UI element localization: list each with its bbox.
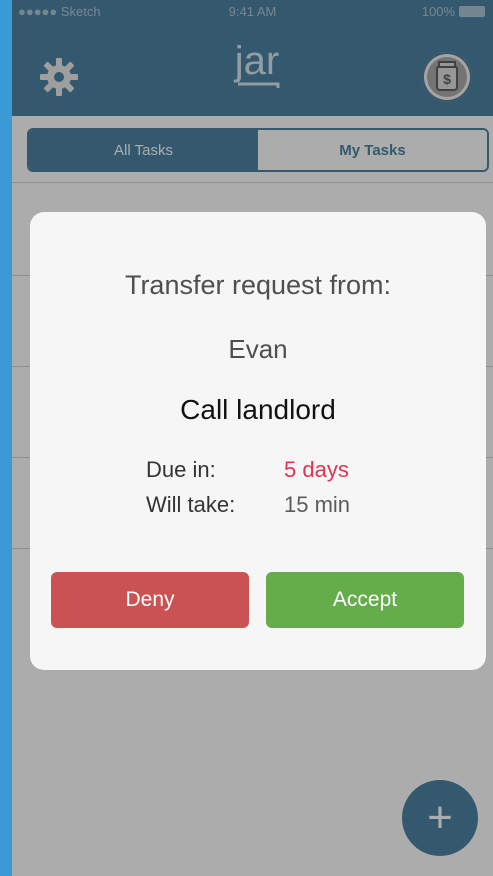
deny-button[interactable]: Deny bbox=[51, 572, 249, 628]
transfer-request-dialog: Transfer request from: Evan Call landlor… bbox=[30, 212, 486, 670]
accept-label: Accept bbox=[332, 588, 398, 611]
due-value: 5 days bbox=[284, 457, 349, 482]
deny-label: Deny bbox=[125, 588, 175, 611]
duration-row: Will take: 15 min bbox=[146, 487, 350, 522]
accept-button[interactable]: Accept bbox=[266, 572, 464, 628]
dialog-title: Transfer request from: bbox=[124, 270, 392, 300]
task-details: Due in: 5 days Will take: 15 min bbox=[146, 452, 350, 522]
duration-label: Will take: bbox=[146, 492, 236, 517]
due-label: Due in: bbox=[146, 457, 216, 482]
task-name: Call landlord bbox=[180, 394, 336, 425]
due-row: Due in: 5 days bbox=[146, 452, 350, 487]
duration-value: 15 min bbox=[284, 492, 351, 517]
phone-screen: ●●●●● Sketch 9:41 AM 100% jar $ All Task… bbox=[12, 0, 493, 876]
requester-name: Evan bbox=[228, 334, 288, 364]
